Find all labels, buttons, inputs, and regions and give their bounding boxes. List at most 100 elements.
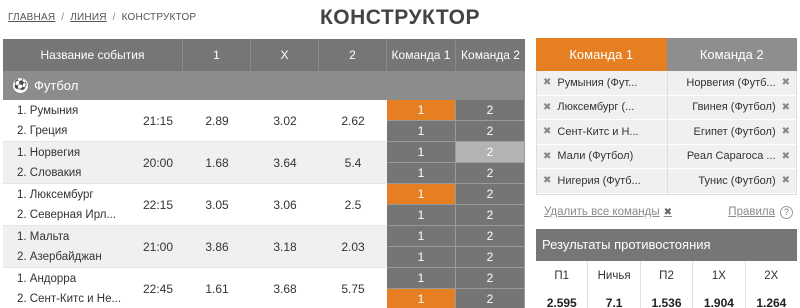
odd-1[interactable]: 3.86 [183, 226, 251, 268]
team-2-pick: 2 2 [456, 142, 525, 184]
header-event-name: Название события [3, 39, 183, 71]
odd-x[interactable]: 3.06 [251, 184, 319, 226]
pick-team-2-option-b[interactable]: 2 [456, 289, 525, 308]
pick-team-1-option-b[interactable]: 1 [387, 121, 456, 142]
results-headers: П1 Ничья П2 1X 2X [536, 260, 797, 291]
close-icon[interactable]: ✖ [782, 126, 790, 137]
close-icon[interactable]: ✖ [543, 102, 551, 113]
event-team-2: 2. Словакия [17, 167, 82, 179]
team-label: Норвегия (Футб... [686, 76, 776, 89]
event-team-1: 1. Норвегия [17, 147, 81, 159]
table-row: 1. Мальта 2. Азербайджан 21:00 3.86 3.18… [3, 226, 525, 268]
list-item: Египет (Футбол) ✖ [667, 120, 796, 145]
team-1-pick: 1 1 [387, 268, 456, 308]
header-team-2: Команда 2 [461, 48, 520, 62]
close-icon[interactable]: ✖ [782, 77, 790, 88]
close-icon[interactable]: ✖ [543, 126, 551, 137]
event-team-1: 1. Румыния [17, 105, 79, 117]
team-2-pick: 2 2 [456, 226, 525, 268]
pick-team-1-option-a[interactable]: 1 [387, 184, 456, 205]
table-row: 1. Люксембург 2. Северная Ирл... 22:15 3… [3, 184, 525, 226]
odd-x[interactable]: 3.02 [251, 100, 319, 142]
header-odd-2: 2 [319, 39, 387, 71]
odd-2[interactable]: 2.03 [319, 226, 387, 268]
pick-team-2-option-a[interactable]: 2 [456, 184, 525, 205]
pick-team-1-option-a[interactable]: 1 [387, 226, 456, 247]
pick-team-2-option-b[interactable]: 2 [456, 121, 525, 142]
pick-team-1-option-a[interactable]: 1 [387, 142, 456, 163]
pick-team-1-option-b[interactable]: 1 [387, 247, 456, 268]
rules-link[interactable]: Правила [728, 206, 775, 218]
header-odd-1: 1 [183, 39, 251, 71]
odd-x[interactable]: 3.18 [251, 226, 319, 268]
close-icon[interactable]: ✖ [782, 102, 790, 113]
team-label: Египет (Футбол) [693, 125, 776, 138]
tab-team-1[interactable]: Команда 1 [536, 38, 667, 71]
tab-team-2[interactable]: Команда 2 [666, 38, 797, 71]
odd-2[interactable]: 2.62 [319, 100, 387, 142]
list-item: ✖ Румыния (Фут... [537, 71, 667, 96]
result-value-draw[interactable]: 7.1 [588, 290, 641, 308]
odd-1[interactable]: 2.89 [183, 100, 251, 142]
team-2-list: Норвегия (Футб... ✖ Гвинея (Футбол) ✖ Егип… [666, 71, 796, 194]
odd-x[interactable]: 3.68 [251, 268, 319, 308]
event-team-2: 2. Северная Ирл... [17, 209, 116, 221]
close-icon[interactable]: ✖ [543, 77, 551, 88]
team-label: Нигерия (Футб... [557, 174, 641, 187]
odd-1[interactable]: 1.68 [183, 142, 251, 184]
pick-team-2-option-a[interactable]: 2 [456, 142, 525, 163]
team-2-pick: 2 2 [456, 184, 525, 226]
event-time: 21:00 [142, 240, 173, 254]
event-time: 22:15 [142, 198, 173, 212]
odd-1[interactable]: 1.61 [183, 268, 251, 308]
events-table: Название события 1 X 2 Команда 1 Команда… [3, 39, 525, 308]
close-icon[interactable]: ✖ [782, 151, 790, 162]
pick-team-1-option-b[interactable]: 1 [387, 205, 456, 226]
result-header-p1: П1 [536, 260, 589, 291]
close-icon[interactable]: ✖ [543, 175, 551, 186]
result-value-p2[interactable]: 1.536 [641, 290, 694, 308]
team-2-pick: 2 2 [456, 268, 525, 308]
pick-team-2-option-a[interactable]: 2 [456, 100, 525, 121]
pick-team-2-option-a[interactable]: 2 [456, 226, 525, 247]
header-odd-x: X [251, 39, 319, 71]
header-team-1: Команда 1 [387, 39, 456, 71]
pick-team-1-option-b[interactable]: 1 [387, 163, 456, 184]
list-item: Реал Сарагоса ... ✖ [667, 144, 796, 169]
pick-team-2-option-b[interactable]: 2 [456, 163, 525, 184]
table-row: 1. Норвегия 2. Словакия 20:00 1.68 3.64 … [3, 142, 525, 184]
list-item: Тунис (Футбол) ✖ [667, 169, 796, 194]
event-team-1: 1. Люксембург [17, 189, 94, 201]
result-value-2x[interactable]: 1.264 [746, 291, 797, 308]
table-row: 1. Андорра 2. Сент-Китс и Не... 22:45 1.… [3, 268, 525, 308]
pick-team-2-option-b[interactable]: 2 [456, 205, 525, 226]
pick-team-1-option-a[interactable]: 1 [387, 100, 456, 121]
odd-x[interactable]: 3.64 [251, 142, 319, 184]
result-value-p1[interactable]: 2.595 [536, 290, 589, 308]
team-label: Румыния (Фут... [557, 76, 638, 89]
panel-actions: Удалить все команды ✖ Правила ? [536, 195, 797, 229]
result-value-1x[interactable]: 1.904 [693, 290, 746, 308]
odd-1[interactable]: 3.05 [183, 184, 251, 226]
sport-label: Футбол [34, 78, 79, 93]
event-name-cell: 1. Мальта 2. Азербайджан 21:00 [3, 226, 183, 268]
pick-team-2-option-a[interactable]: 2 [456, 268, 525, 289]
odd-2[interactable]: 2.5 [319, 184, 387, 226]
close-icon[interactable]: ✖ [782, 175, 790, 186]
event-team-1: 1. Мальта [17, 231, 70, 243]
pick-team-1-option-a[interactable]: 1 [387, 268, 456, 289]
sport-row[interactable]: ⚽ Футбол [3, 71, 525, 100]
clear-all-link[interactable]: Удалить все команды ✖ [544, 206, 672, 218]
pick-team-2-option-b[interactable]: 2 [456, 247, 525, 268]
team-1-pick: 1 1 [387, 226, 456, 268]
close-icon[interactable]: ✖ [543, 151, 551, 162]
team-label: Реал Сарагоса ... [686, 150, 776, 163]
team-label: Мали (Футбол) [557, 150, 634, 163]
question-icon[interactable]: ? [780, 205, 793, 219]
close-icon: ✖ [663, 206, 672, 218]
pick-team-1-option-b[interactable]: 1 [387, 289, 456, 308]
team-label: Тунис (Футбол) [698, 174, 776, 187]
odd-2[interactable]: 5.75 [319, 268, 387, 308]
event-name-cell: 1. Андорра 2. Сент-Китс и Не... 22:45 [3, 268, 183, 308]
odd-2[interactable]: 5.4 [319, 142, 387, 184]
